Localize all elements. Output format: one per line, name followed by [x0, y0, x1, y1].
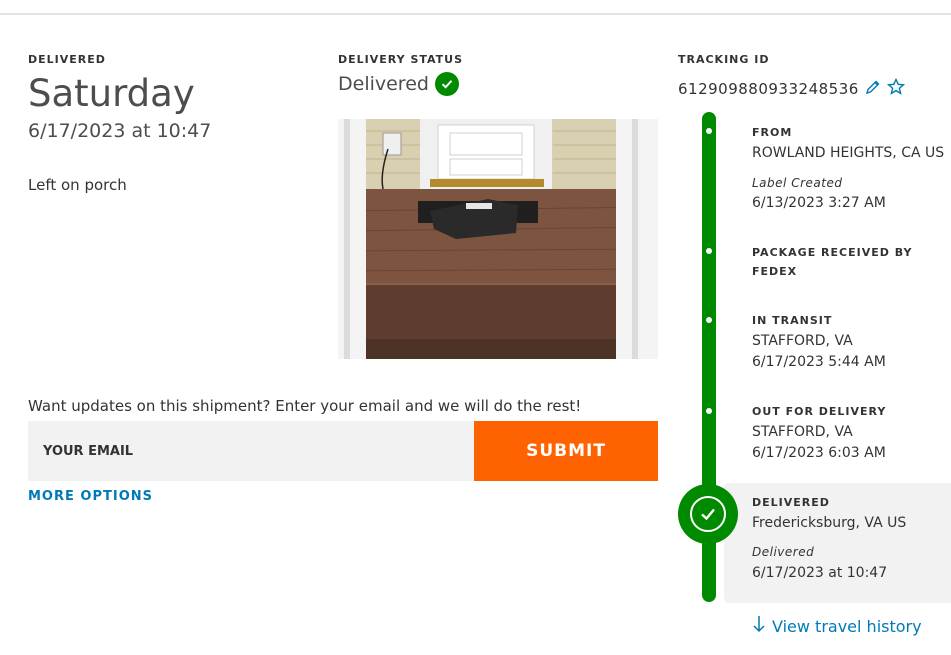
timeline-dot	[706, 317, 712, 323]
event-title-ofd: OUT FOR DELIVERY	[752, 405, 887, 418]
event-title-transit: IN TRANSIT	[752, 314, 833, 327]
event-location-transit: STAFFORD, VA	[752, 333, 853, 349]
event-title-received: PACKAGE RECEIVED BY	[752, 246, 913, 259]
proof-of-delivery-photo[interactable]	[338, 119, 658, 359]
check-icon	[678, 484, 738, 544]
tracking-id-label: TRACKING ID	[678, 53, 770, 66]
delivery-note: Left on porch	[28, 176, 127, 194]
more-options-link[interactable]: MORE OPTIONS	[28, 489, 153, 504]
pencil-icon[interactable]	[865, 79, 881, 99]
check-icon	[434, 72, 459, 96]
view-travel-history-link[interactable]: View travel history	[752, 615, 922, 637]
delivery-day: Saturday	[28, 72, 195, 115]
star-icon[interactable]	[886, 77, 905, 100]
event-location-from: ROWLAND HEIGHTS, CA US	[752, 145, 945, 161]
event-title-from: FROM	[752, 126, 793, 139]
email-prompt: Want updates on this shipment? Enter you…	[28, 397, 582, 415]
event-title-delivered: DELIVERED	[752, 496, 830, 509]
view-travel-history-label: View travel history	[772, 616, 922, 636]
delivery-status: Delivered	[338, 72, 459, 96]
event-location-delivered: Fredericksburg, VA US	[752, 515, 907, 531]
event-status-delivered: Delivered	[752, 545, 815, 559]
event-title-received-2: FEDEX	[752, 265, 798, 278]
event-time-transit: 6/17/2023 5:44 AM	[752, 354, 886, 370]
delivery-status-value: Delivered	[338, 73, 429, 95]
timeline-dot	[706, 408, 712, 414]
timeline-dot	[706, 128, 712, 134]
delivery-status-label: DELIVERY STATUS	[338, 53, 464, 66]
submit-button[interactable]: SUBMIT	[474, 421, 658, 481]
delivered-label: DELIVERED	[28, 53, 106, 66]
event-status-from: Label Created	[752, 176, 843, 190]
event-time-ofd: 6/17/2023 6:03 AM	[752, 445, 886, 461]
tracking-id-value: 612909880933248536	[678, 80, 859, 98]
top-divider	[0, 13, 951, 15]
arrow-down-icon	[752, 615, 766, 637]
timeline-dot	[706, 248, 712, 254]
event-location-ofd: STAFFORD, VA	[752, 424, 853, 440]
event-time-from: 6/13/2023 3:27 AM	[752, 195, 886, 211]
event-time-delivered: 6/17/2023 at 10:47	[752, 565, 888, 581]
email-input[interactable]	[28, 421, 474, 481]
tracking-id-row: 612909880933248536	[678, 77, 905, 100]
delivery-datetime: 6/17/2023 at 10:47	[28, 120, 212, 142]
